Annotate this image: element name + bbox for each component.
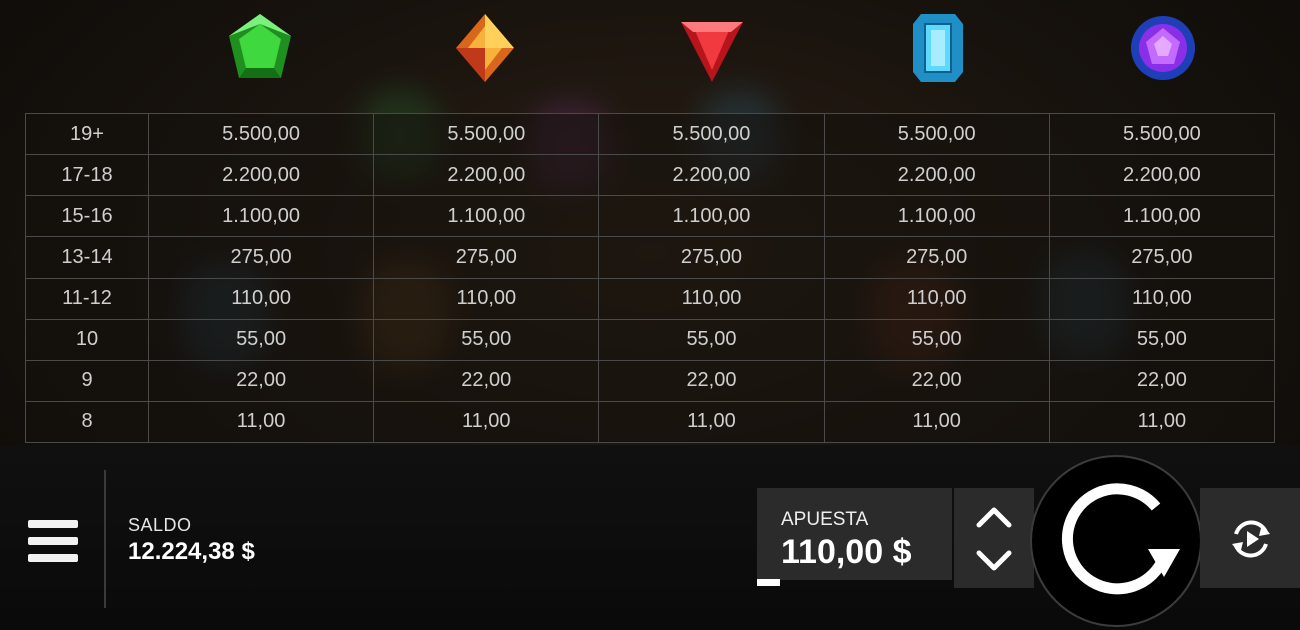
payout-cell: 2.200,00: [147, 154, 375, 197]
payout-cell: 2.200,00: [823, 154, 1050, 197]
payout-cell: 5.500,00: [147, 112, 375, 156]
payout-cell: 55,00: [373, 318, 600, 361]
orange-gem-icon: [450, 12, 520, 84]
payout-cell: 5.500,00: [1048, 112, 1276, 156]
payout-cell: 22,00: [147, 359, 375, 402]
payout-cell: 2.200,00: [373, 154, 600, 197]
payout-cell: 11,00: [598, 400, 825, 444]
payout-cell: 1.100,00: [598, 195, 825, 238]
purple-gem-icon: [1128, 12, 1198, 84]
paytable-row: 19+ 5.500,00 5.500,00 5.500,00 5.500,00 5.500…: [25, 112, 1276, 156]
paytable-row: 11-12 110,00 110,00 110,00 110,00 110,00: [25, 277, 1276, 320]
red-gem-icon: [677, 12, 747, 84]
symbol-count-cell: 11-12: [25, 277, 149, 320]
bet-panel: APUESTA 110,00 $: [757, 488, 952, 586]
payout-cell: 55,00: [1048, 318, 1276, 361]
payout-cell: 11,00: [823, 400, 1050, 444]
payout-cell: 275,00: [1048, 236, 1276, 279]
payout-cell: 55,00: [823, 318, 1050, 361]
payout-cell: 110,00: [373, 277, 600, 320]
payout-cell: 11,00: [373, 400, 600, 444]
divider: [104, 470, 106, 608]
balance-value: 12.224,38 $: [128, 538, 255, 565]
payout-cell: 1.100,00: [1048, 195, 1276, 238]
symbol-count-cell: 8: [25, 400, 149, 444]
bet-adjust: [954, 488, 1034, 588]
paytable-row: 13-14 275,00 275,00 275,00 275,00 275,00: [25, 236, 1276, 279]
payout-cell: 110,00: [598, 277, 825, 320]
payout-cell: 55,00: [147, 318, 375, 361]
paytable-row: 10 55,00 55,00 55,00 55,00 55,00: [25, 318, 1276, 361]
green-gem-icon: [225, 12, 295, 84]
paytable-row: 15-16 1.100,00 1.100,00 1.100,00 1.100,00 1.1…: [25, 195, 1276, 238]
payout-cell: 110,00: [1048, 277, 1276, 320]
payout-cell: 275,00: [598, 236, 825, 279]
payout-cell: 1.100,00: [373, 195, 600, 238]
payout-cell: 275,00: [147, 236, 375, 279]
autoplay-icon[interactable]: [1228, 516, 1274, 562]
payout-cell: 110,00: [823, 277, 1050, 320]
symbol-count-cell: 15-16: [25, 195, 149, 238]
symbol-count-cell: 10: [25, 318, 149, 361]
balance-label: SALDO: [128, 515, 192, 535]
payout-cell: 22,00: [1048, 359, 1276, 402]
payout-cell: 1.100,00: [823, 195, 1050, 238]
payout-cell: 22,00: [373, 359, 600, 402]
symbol-count-cell: 9: [25, 359, 149, 402]
symbol-count-cell: 17-18: [25, 154, 149, 197]
bet-value: 110,00 $: [781, 533, 912, 571]
payout-cell: 1.100,00: [147, 195, 375, 238]
payout-cell: 2.200,00: [598, 154, 825, 197]
blue-gem-icon: [903, 12, 973, 84]
symbol-count-cell: 13-14: [25, 236, 149, 279]
payout-cell: 2.200,00: [1048, 154, 1276, 197]
payout-cell: 5.500,00: [823, 112, 1050, 156]
bet-label: APUESTA: [781, 509, 869, 530]
chevron-up-icon[interactable]: [974, 502, 1014, 532]
payout-cell: 22,00: [823, 359, 1050, 402]
paytable: 19+ 5.500,00 5.500,00 5.500,00 5.500,00 5.500…: [25, 112, 1276, 444]
payout-cell: 22,00: [598, 359, 825, 402]
payout-cell: 11,00: [1048, 400, 1276, 444]
bet-level-indicator: [757, 579, 780, 586]
payout-cell: 11,00: [147, 400, 375, 444]
payout-cell: 5.500,00: [373, 112, 600, 156]
payout-cell: 110,00: [147, 277, 375, 320]
chevron-down-icon[interactable]: [974, 546, 1014, 576]
payout-cell: 275,00: [823, 236, 1050, 279]
autoplay-panel: [1200, 488, 1300, 588]
paytable-row: 8 11,00 11,00 11,00 11,00 11,00: [25, 400, 1276, 444]
payout-cell: 275,00: [373, 236, 600, 279]
spin-button[interactable]: [1030, 455, 1202, 627]
paytable-row: 9 22,00 22,00 22,00 22,00 22,00: [25, 359, 1276, 402]
hamburger-menu-icon[interactable]: [28, 520, 78, 562]
spin-arrow-icon: [1061, 483, 1180, 595]
payout-cell: 55,00: [598, 318, 825, 361]
payout-cell: 5.500,00: [598, 112, 825, 156]
symbol-count-cell: 19+: [25, 112, 149, 156]
paytable-row: 17-18 2.200,00 2.200,00 2.200,00 2.200,00 2.2…: [25, 154, 1276, 197]
